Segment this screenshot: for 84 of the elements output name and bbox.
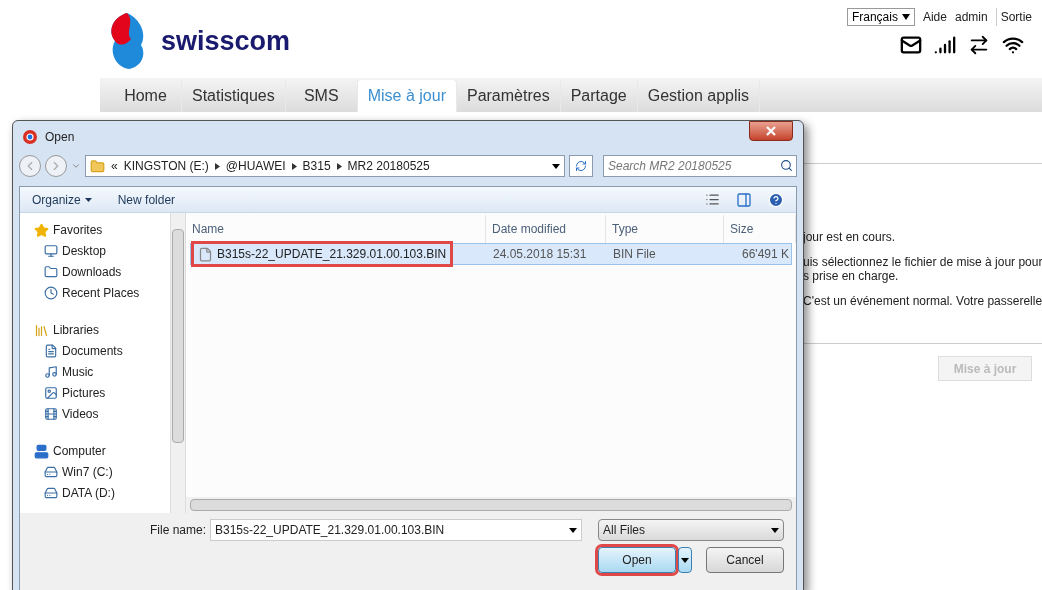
separator-icon — [291, 162, 297, 170]
breadcrumb-item[interactable]: B315 — [302, 157, 331, 175]
forward-button[interactable] — [45, 155, 67, 177]
tree-item[interactable]: DATA (D:) — [62, 484, 115, 502]
breadcrumb-item[interactable]: @HUAWEI — [225, 157, 286, 175]
scrollbar[interactable] — [170, 213, 186, 513]
monitor-icon — [44, 244, 58, 258]
nav-tab[interactable]: Gestion applis — [637, 80, 761, 112]
app-icon — [23, 129, 37, 144]
caret-icon[interactable] — [552, 163, 560, 169]
header-link[interactable]: Aide — [922, 8, 947, 26]
file-type: BIN File — [612, 246, 657, 263]
toolbar-button[interactable]: New folder — [117, 190, 176, 209]
file-type-select[interactable]: All Files — [598, 519, 784, 541]
refresh-button[interactable] — [569, 155, 593, 177]
separator-icon — [214, 162, 220, 170]
tree-item[interactable]: Libraries — [53, 321, 100, 339]
dialog-title: Open — [45, 128, 75, 146]
tree-item[interactable]: Documents — [62, 342, 123, 360]
nav-tab[interactable]: Home — [110, 80, 182, 112]
breadcrumb-item[interactable]: KINGSTON (E:) — [123, 157, 209, 175]
file-name: B315s-22_UPDATE_21.329.01.00.103.BIN — [217, 246, 447, 263]
file-name-label: File name: — [149, 522, 206, 539]
header-link[interactable]: admin — [954, 8, 988, 26]
brand-name: swisscom — [161, 24, 291, 58]
header-link[interactable]: Sortie — [995, 8, 1032, 26]
close-icon — [766, 126, 776, 136]
file-size: 66'491 K — [741, 246, 790, 263]
wifi-icon — [1002, 34, 1024, 56]
info-text: uis sélectionnez le fichier de mise à jour pour s prise en charge. — [803, 255, 1042, 283]
clock-icon — [44, 286, 58, 300]
separator-icon — [336, 162, 342, 170]
tree-item[interactable]: Favorites — [53, 221, 103, 239]
tree-item[interactable]: Desktop — [62, 242, 107, 260]
music-note-icon — [44, 365, 58, 379]
split-dropdown-button[interactable] — [678, 547, 692, 573]
drive-icon — [44, 465, 58, 479]
search-icon — [780, 159, 793, 172]
preview-pane-icon[interactable] — [736, 191, 752, 208]
tree-item[interactable]: Computer — [53, 442, 106, 460]
file-row[interactable]: B315s-22_UPDATE_21.329.01.00.103.BIN 24.05.2018 15:31 BIN File 66'491 K — [190, 243, 792, 265]
view-icon[interactable] — [705, 192, 720, 207]
help-icon[interactable] — [768, 191, 784, 208]
signal-icon — [934, 34, 956, 56]
tree-item[interactable]: Win7 (C:) — [62, 463, 113, 481]
dialog-button[interactable]: Open — [598, 547, 676, 573]
drive-icon — [44, 486, 58, 500]
caret-icon — [681, 557, 689, 563]
horizontal-scrollbar[interactable] — [186, 497, 796, 513]
close-button[interactable] — [749, 121, 793, 141]
caret-icon — [569, 527, 577, 533]
back-button[interactable] — [19, 155, 41, 177]
nav-tab[interactable]: Statistiques — [182, 80, 286, 112]
dialog-button[interactable]: Cancel — [706, 547, 784, 573]
info-text: C'est un événement normal. Votre passerelle — [803, 293, 1042, 310]
refresh-icon — [575, 160, 587, 172]
caret-icon — [901, 14, 910, 20]
address-bar[interactable]: « KINGSTON (E:) @HUAWEI B315 MR2 20180525 — [85, 155, 565, 177]
nav-tab[interactable]: Partage — [560, 80, 638, 112]
caret-icon — [771, 527, 779, 533]
language-select[interactable]: Français — [846, 8, 915, 26]
document-icon — [44, 344, 58, 358]
tree-item[interactable]: Music — [62, 363, 94, 381]
breadcrumb-item[interactable]: « — [111, 157, 118, 175]
film-icon — [44, 407, 58, 421]
caret-icon — [84, 197, 92, 202]
file-date: 24.05.2018 15:31 — [492, 246, 588, 263]
file-icon — [198, 246, 213, 262]
nav-tab[interactable]: Paramètres — [456, 80, 561, 112]
file-name-field[interactable]: B315s-22_UPDATE_21.329.01.00.103.BIN — [210, 519, 582, 541]
breadcrumb-item[interactable]: MR2 20180525 — [347, 157, 430, 175]
toolbar-button[interactable]: Organize — [32, 190, 92, 209]
transfer-icon — [968, 34, 990, 56]
star-icon — [34, 222, 49, 238]
tree-item[interactable]: Videos — [62, 405, 99, 423]
mail-icon[interactable] — [900, 34, 922, 56]
nav-tab[interactable]: SMS — [285, 80, 358, 112]
picture-icon — [44, 386, 58, 400]
tree-item[interactable]: Downloads — [62, 263, 122, 281]
info-text: jour est en cours. — [803, 229, 897, 246]
nav-tab[interactable]: Mise à jour — [357, 80, 457, 112]
search-field[interactable]: Search MR2 20180525 — [603, 155, 797, 177]
tree-item[interactable]: Recent Places — [62, 284, 140, 302]
tree-item[interactable]: Pictures — [62, 384, 106, 402]
